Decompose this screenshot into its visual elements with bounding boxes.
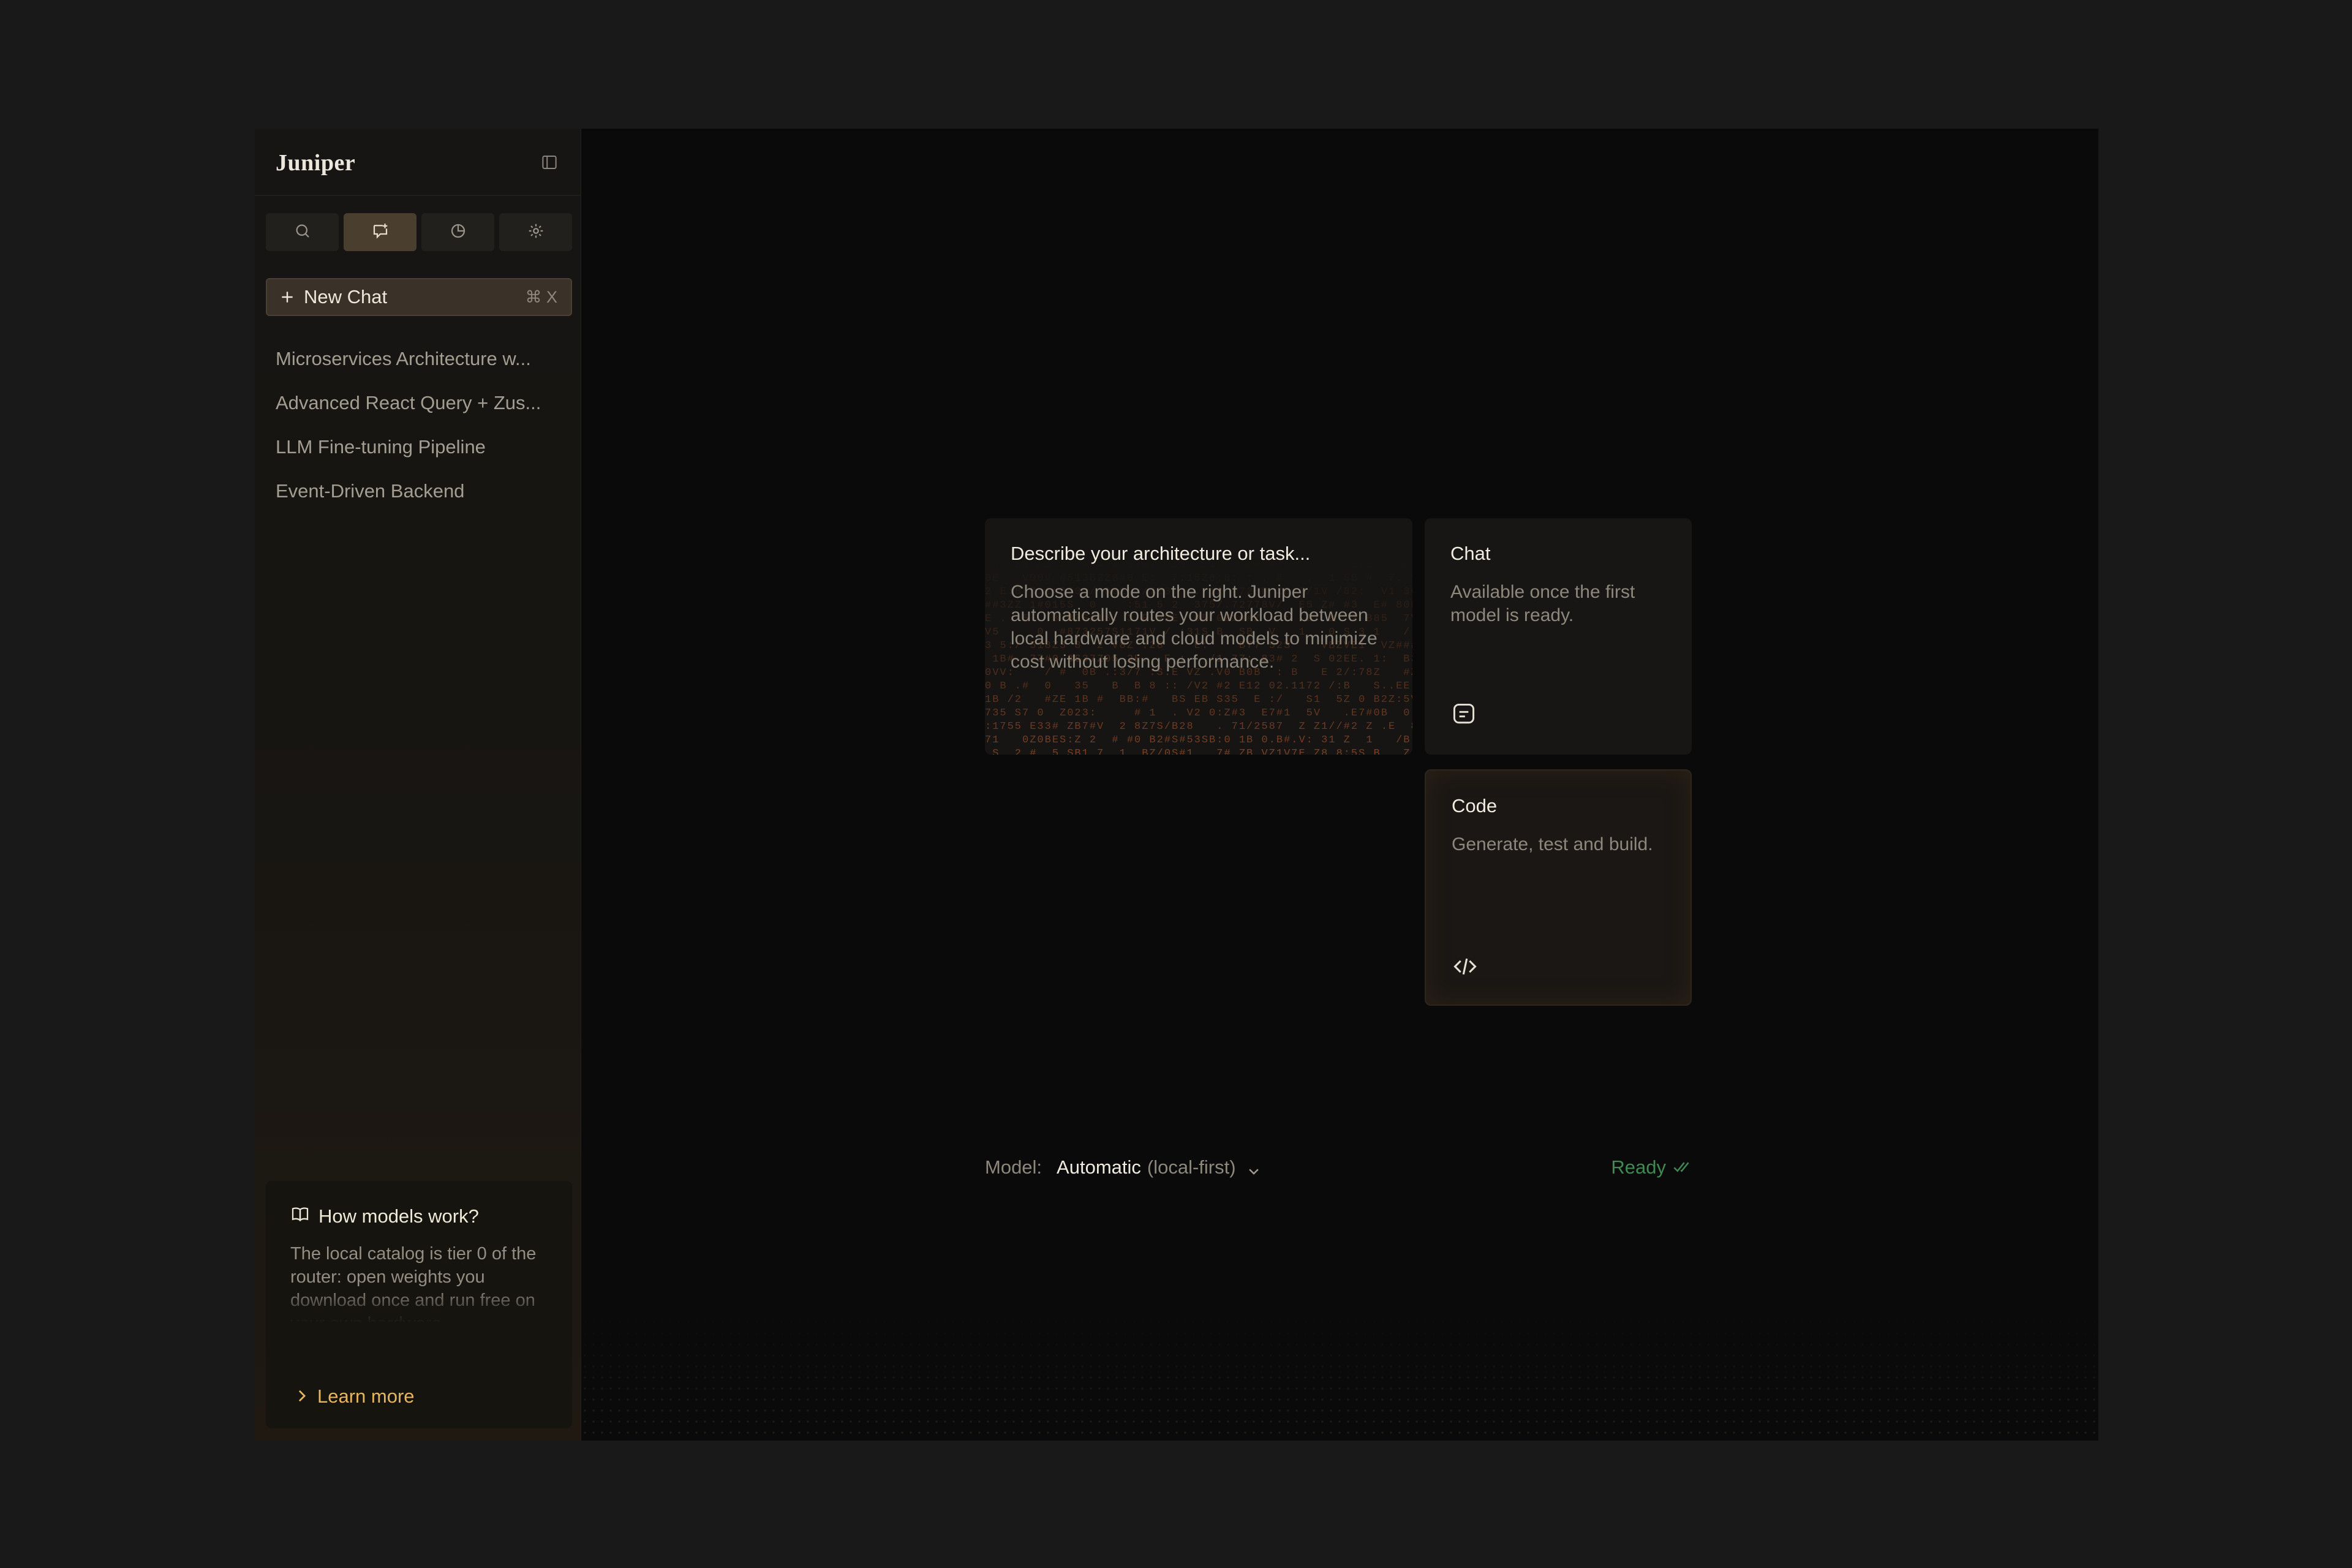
- chat-mode-title: Chat: [1450, 543, 1491, 564]
- app-window: Juniper New Chat ⌘ X Microservices Archi…: [255, 129, 2098, 1441]
- learn-more-link[interactable]: Learn more: [296, 1385, 415, 1408]
- chat-history-list: Microservices Architecture w... Advanced…: [276, 337, 564, 513]
- code-mode-description: Generate, test and build.: [1452, 834, 1653, 854]
- chat-mode-description: Available once the first model is ready.: [1450, 582, 1635, 625]
- code-icon: [1452, 953, 1479, 980]
- model-select-qualifier[interactable]: (local-first): [1147, 1156, 1236, 1178]
- chat-bubble-icon: [1450, 701, 1477, 728]
- info-title-text: How models work?: [318, 1205, 479, 1227]
- model-selector-row: Model: Automatic (local-first) Ready: [985, 1153, 1692, 1182]
- new-chat-label: New Chat: [304, 286, 388, 307]
- model-select-value[interactable]: Automatic: [1057, 1156, 1141, 1178]
- tab-settings[interactable]: [499, 213, 572, 251]
- sidebar: Juniper New Chat ⌘ X Microservices Archi…: [255, 129, 581, 1441]
- info-card-title: How models work?: [290, 1204, 479, 1229]
- app-brand: Juniper: [276, 150, 356, 176]
- main-panel: Describe your architecture or task... Ch…: [581, 129, 2098, 1441]
- status-text: Ready: [1611, 1156, 1666, 1178]
- chat-add-icon: [371, 222, 390, 243]
- plus-icon: [279, 289, 295, 305]
- chat-history-item[interactable]: Event-Driven Backend: [276, 469, 564, 513]
- code-mode-card[interactable]: Code Generate, test and build.: [1425, 769, 1692, 1006]
- chevron-down-icon[interactable]: [1247, 1161, 1261, 1175]
- new-chat-button[interactable]: New Chat ⌘ X: [266, 278, 572, 316]
- clock-icon: [449, 222, 467, 243]
- chevron-right-icon: [296, 1385, 307, 1408]
- sidebar-toggle-icon[interactable]: [540, 153, 559, 172]
- prompt-card[interactable]: Describe your architecture or task... Ch…: [985, 518, 1412, 755]
- models-info-card: How models work? The local catalog is ti…: [266, 1181, 572, 1428]
- chat-mode-card[interactable]: Chat Available once the first model is r…: [1425, 518, 1692, 755]
- gear-icon: [527, 222, 545, 243]
- background-texture: [581, 1306, 2098, 1441]
- status-indicator: Ready: [1611, 1156, 1692, 1178]
- learn-more-label: Learn more: [317, 1385, 415, 1407]
- chat-history-item[interactable]: LLM Fine-tuning Pipeline: [276, 425, 564, 469]
- sidebar-tabs: [266, 213, 572, 251]
- book-icon: [290, 1204, 310, 1229]
- sidebar-header: Juniper: [255, 129, 581, 196]
- chat-history-item[interactable]: Microservices Architecture w...: [276, 337, 564, 381]
- search-icon: [293, 222, 312, 243]
- decorative-matrix: /3/:8B #S/2. # 8S2 37B7::38 318 ## #3 5 …: [985, 559, 1412, 755]
- code-mode-title: Code: [1452, 795, 1498, 816]
- double-check-icon: [1673, 1156, 1692, 1178]
- info-card-body: The local catalog is tier 0 of the route…: [290, 1244, 537, 1323]
- keyboard-shortcut: ⌘ X: [525, 287, 557, 306]
- tab-history[interactable]: [421, 213, 494, 251]
- chat-history-item[interactable]: Advanced React Query + Zus...: [276, 381, 564, 425]
- tab-search[interactable]: [266, 213, 339, 251]
- tab-chats[interactable]: [344, 213, 417, 251]
- model-label: Model:: [985, 1156, 1042, 1178]
